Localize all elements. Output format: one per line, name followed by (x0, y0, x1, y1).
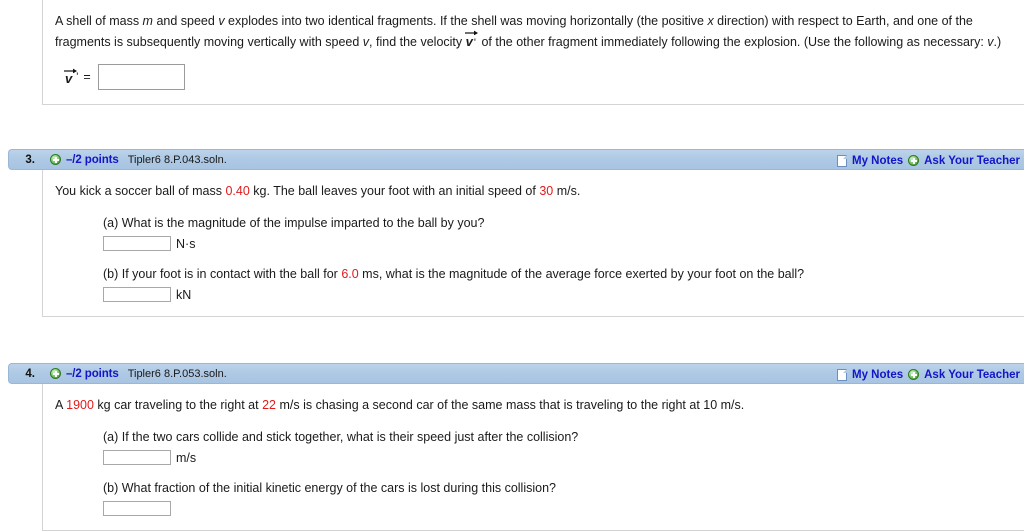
text-run: .) (993, 35, 1002, 49)
text-run: m/s is chasing a second car of the same … (275, 398, 745, 412)
answer-unit: kN (176, 287, 192, 302)
numeric-value: 30 (539, 184, 554, 198)
question-header-actions: My Notes Ask Your Teacher (837, 364, 1022, 385)
answer-input[interactable] (103, 287, 171, 302)
numeric-value: 22 (262, 398, 276, 412)
question-part: (a) What is the magnitude of the impulse… (103, 214, 1024, 251)
question-part: (a) If the two cars collide and stick to… (103, 428, 1024, 465)
my-notes-link[interactable]: My Notes (852, 369, 903, 381)
points-label: –/2 points (66, 367, 119, 380)
question-code: Tipler6 8.P.043.soln. (127, 153, 227, 166)
question-header-bar-4: 4. –/2 points Tipler6 8.P.053.soln. My Note… (8, 363, 1024, 384)
ask-your-teacher-link[interactable]: Ask Your Teacher (924, 155, 1020, 167)
text-run: (b) If your foot is in contact with the … (103, 267, 342, 281)
note-page-icon[interactable] (837, 154, 847, 167)
question-header-actions: My Notes Ask Your Teacher (837, 150, 1022, 171)
numeric-value: 0.40 (225, 184, 250, 198)
answer-input[interactable] (103, 501, 171, 516)
ask-teacher-plus-icon[interactable] (908, 155, 920, 166)
numeric-value: 1900 (66, 398, 94, 412)
text-run: A (55, 398, 67, 412)
part-prompt: (b) If your foot is in contact with the … (103, 265, 1024, 283)
question-meta: –/2 points Tipler6 8.P.043.soln. (50, 154, 227, 166)
answer-unit: N·s (176, 236, 196, 251)
text-run: (a) What is the magnitude of the impulse… (103, 216, 485, 230)
expand-plus-icon[interactable] (50, 154, 61, 165)
variable-symbol: m (142, 14, 153, 28)
question-header-bar-3: 3. –/2 points Tipler6 8.P.043.soln. My Note… (8, 149, 1024, 170)
assignment-question-list: A shell of mass m and speed v explodes i… (0, 0, 1024, 531)
answer-row (103, 501, 1024, 516)
question-block: A shell of mass m and speed v explodes i… (0, 0, 1024, 105)
question-body: A shell of mass m and speed v explodes i… (42, 0, 1024, 105)
question-block: 4. –/2 points Tipler6 8.P.053.soln. My Note… (0, 363, 1024, 531)
text-run: (a) If the two cars collide and stick to… (103, 430, 579, 444)
question-part: (b) If your foot is in contact with the … (103, 265, 1024, 302)
text-run: You kick a soccer ball of mass (55, 184, 226, 198)
answer-row: N·s (103, 236, 1024, 251)
vector-symbol: v (464, 30, 478, 51)
answer-input[interactable] (103, 450, 171, 465)
question-number: 3. (25, 153, 35, 166)
text-run: kg. The ball leaves your foot with an in… (249, 184, 540, 198)
text-run: of the other fragment immediately follow… (481, 35, 988, 49)
question-stem: A shell of mass m and speed v explodes i… (55, 12, 1024, 52)
text-run: , find the velocity (369, 35, 466, 49)
question-block: 3. –/2 points Tipler6 8.P.043.soln. My Note… (0, 149, 1024, 317)
answer-row: m/s (103, 450, 1024, 465)
prime-mark: ' (473, 37, 476, 49)
text-run: kg car traveling to the right at (93, 398, 263, 412)
vector-answer-row: v ' = (64, 64, 1024, 90)
points-label: –/2 points (66, 153, 119, 166)
ask-teacher-plus-icon[interactable] (908, 369, 920, 380)
equals-sign: = (83, 70, 91, 84)
question-meta: –/2 points Tipler6 8.P.053.soln. (50, 368, 227, 380)
ask-your-teacher-link[interactable]: Ask Your Teacher (924, 369, 1020, 381)
vector-answer-input[interactable] (97, 64, 185, 90)
question-part: (b) What fraction of the initial kinetic… (103, 479, 1024, 516)
text-run: m/s. (553, 184, 581, 198)
vector-arrow-icon (464, 30, 478, 35)
text-run: A shell of mass (55, 14, 143, 28)
part-prompt: (a) What is the magnitude of the impulse… (103, 214, 1024, 232)
numeric-value: 6.0 (341, 267, 359, 281)
question-body: A 1900 kg car traveling to the right at … (42, 384, 1024, 531)
question-stem: A 1900 kg car traveling to the right at … (55, 396, 1024, 414)
expand-plus-icon[interactable] (50, 368, 61, 379)
question-stem: You kick a soccer ball of mass 0.40 kg. … (55, 182, 1024, 200)
vector-arrow-icon (64, 68, 77, 73)
text-run: explodes into two identical fragments. I… (224, 14, 708, 28)
question-number: 4. (25, 367, 35, 380)
part-prompt: (a) If the two cars collide and stick to… (103, 428, 1024, 446)
text-run: (b) What fraction of the initial kinetic… (103, 481, 556, 495)
text-run: and speed (152, 14, 219, 28)
note-page-icon[interactable] (837, 368, 847, 381)
part-prompt: (b) What fraction of the initial kinetic… (103, 479, 1024, 497)
question-body: You kick a soccer ball of mass 0.40 kg. … (42, 170, 1024, 317)
vector-symbol: v (64, 68, 77, 86)
my-notes-link[interactable]: My Notes (852, 155, 903, 167)
answer-unit: m/s (176, 450, 197, 465)
question-code: Tipler6 8.P.053.soln. (127, 367, 227, 380)
text-run: ms, what is the magnitude of the average… (358, 267, 805, 281)
answer-row: kN (103, 287, 1024, 302)
answer-input[interactable] (103, 236, 171, 251)
